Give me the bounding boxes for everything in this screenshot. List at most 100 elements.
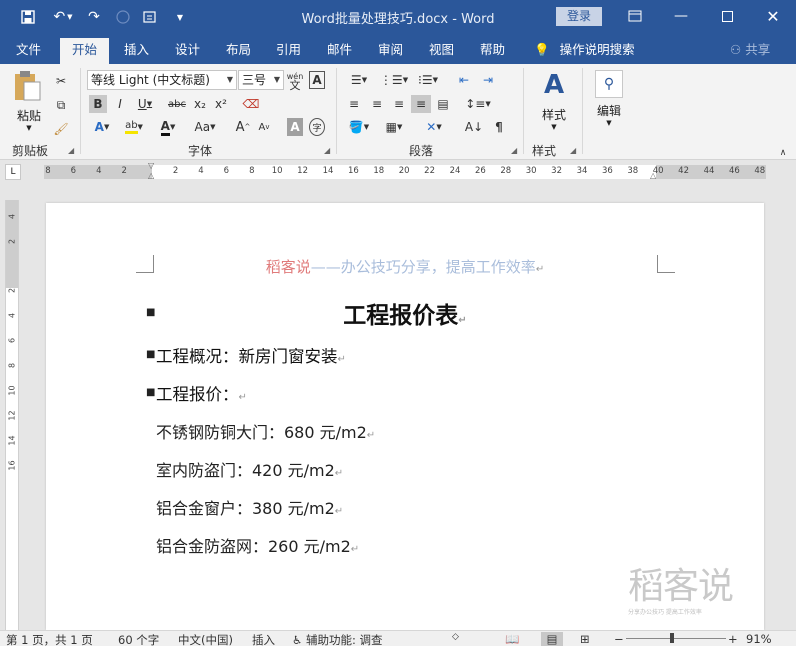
align-right-icon[interactable]: ≡ [390, 95, 408, 113]
sort-icon[interactable]: A↓ [465, 118, 483, 136]
redo-icon[interactable]: ↷ [84, 7, 104, 27]
minimize-icon[interactable]: — [668, 4, 694, 28]
borders-icon[interactable]: ▦ ▼ [380, 118, 408, 136]
right-indent-marker[interactable]: △ [650, 171, 656, 180]
distributed-icon[interactable]: ▤ [434, 95, 452, 113]
paragraph-launcher-icon[interactable]: ◢ [511, 146, 517, 155]
shrink-font-icon[interactable]: Av [257, 118, 271, 136]
login-button[interactable]: 登录 [556, 7, 602, 26]
tab-home[interactable]: 开始 [60, 38, 110, 64]
grow-font-icon[interactable]: A ^ [236, 118, 251, 136]
tab-insert[interactable]: 插入 [120, 34, 153, 64]
tab-references[interactable]: 引用 [272, 34, 305, 64]
zoom-out-icon[interactable]: − [614, 632, 624, 646]
styles-launcher-icon[interactable]: ◢ [570, 146, 576, 155]
ribbon-options-icon[interactable] [622, 4, 648, 28]
bullets-icon[interactable]: ☰ ▼ [345, 71, 373, 89]
zoom-level[interactable]: 91% [746, 632, 772, 646]
styles-button[interactable]: A 样式 ▼ [535, 70, 573, 136]
tab-file[interactable]: 文件 [12, 34, 45, 64]
tab-mailings[interactable]: 邮件 [323, 34, 356, 64]
read-mode-icon[interactable]: 📖 [505, 632, 519, 646]
increase-indent-icon[interactable]: ⇥ [479, 71, 497, 89]
bold-icon[interactable]: B [89, 95, 107, 113]
format-painter-icon[interactable]: 🖌 [53, 120, 68, 138]
character-border-icon[interactable]: A [309, 71, 325, 89]
highlight-icon[interactable]: ab ▼ [121, 118, 147, 136]
underline-icon[interactable]: U ▼ [135, 95, 155, 113]
cut-icon[interactable]: ✂ [54, 72, 68, 90]
shading-icon[interactable]: 🪣 ▼ [345, 118, 373, 136]
left-indent-marker[interactable]: △ [148, 171, 154, 180]
print-layout-icon[interactable]: ▤ [541, 632, 563, 646]
tell-me-search[interactable]: 💡 操作说明搜索 [534, 34, 635, 64]
tab-view[interactable]: 视图 [425, 34, 458, 64]
justify-icon[interactable]: ≡ [411, 95, 431, 113]
page-count[interactable]: 第 1 页，共 1 页 [6, 632, 93, 646]
superscript-icon[interactable]: x² [213, 95, 229, 113]
insert-mode[interactable]: 插入 [252, 632, 275, 646]
editing-button[interactable]: ⚲ 编辑 ▼ [592, 70, 626, 136]
touch-mode-icon[interactable] [141, 7, 161, 27]
word-count[interactable]: 60 个字 [118, 632, 159, 646]
clipboard-launcher-icon[interactable]: ◢ [68, 146, 74, 155]
show-marks-icon[interactable]: ¶ [491, 118, 507, 136]
font-size-combo[interactable]: 三号 ▼ [238, 70, 284, 90]
vertical-ruler[interactable]: 4 2 2 4 6 8 10 12 14 16 [5, 200, 19, 630]
paragraph-bullet: ■ [146, 349, 156, 360]
zoom-slider[interactable] [626, 638, 726, 639]
chinese-layout-icon[interactable]: ✕ ▼ [420, 118, 448, 136]
document-heading[interactable]: 工程报价表↵ [46, 296, 764, 330]
page-header[interactable]: 稻客说——办公技巧分享，提高工作效率↵ [46, 256, 764, 277]
web-layout-icon[interactable]: ⊞ [580, 632, 590, 646]
save-icon[interactable] [18, 7, 38, 27]
tab-review[interactable]: 审阅 [374, 34, 407, 64]
copy-icon[interactable]: ⧉ [54, 96, 68, 114]
list-item[interactable]: 室内防盗门：420 元/m2↵ [156, 457, 343, 481]
undo-icon[interactable]: ↶ ▼ [50, 7, 76, 27]
tab-layout[interactable]: 布局 [222, 34, 255, 64]
change-case-icon[interactable]: Aa ▼ [191, 118, 219, 136]
clear-formatting-icon[interactable]: ⌫ [242, 95, 260, 113]
horizontal-ruler[interactable]: 8 6 4 2 2 4 6 8 10 12 14 16 18 20 22 24 26 28 30 32 34 36 38 40… [44, 161, 766, 180]
zoom-slider-thumb[interactable] [670, 633, 674, 643]
character-shading-icon[interactable]: A [287, 118, 303, 136]
tab-help[interactable]: 帮助 [476, 34, 509, 64]
language-indicator[interactable]: 中文(中国) [178, 632, 233, 646]
accessibility-checker[interactable]: ♿ 辅助功能: 调查 [292, 632, 383, 646]
align-center-icon[interactable]: ≡ [368, 95, 386, 113]
multilevel-list-icon[interactable]: ⁝☰ ▼ [414, 71, 442, 89]
enclose-characters-icon[interactable]: 字 [309, 118, 325, 136]
circle-icon[interactable] [113, 7, 133, 27]
font-name-combo[interactable]: 等线 Light (中文标题) ▼ [87, 70, 237, 90]
phonetic-guide-icon[interactable]: wén 文 [287, 70, 304, 92]
first-line-indent-marker[interactable]: ▽ [148, 161, 154, 170]
tab-selector[interactable]: L [5, 164, 21, 180]
text-effects-icon[interactable]: A ▼ [89, 118, 115, 136]
close-icon[interactable]: ✕ [760, 4, 786, 28]
zoom-in-icon[interactable]: + [728, 632, 738, 646]
paste-button[interactable]: 粘贴 ▼ [12, 70, 46, 132]
maximize-icon[interactable] [714, 4, 740, 28]
font-launcher-icon[interactable]: ◢ [324, 146, 330, 155]
list-item[interactable]: 铝合金防盗网：260 元/m2↵ [156, 533, 359, 557]
decrease-indent-icon[interactable]: ⇤ [455, 71, 473, 89]
ruler-tick-label: 10 [271, 166, 283, 176]
list-item[interactable]: 不锈钢防铜大门：680 元/m2↵ [156, 419, 375, 443]
ruler-tick-label: 8 [7, 362, 17, 369]
customize-toolbar-icon[interactable]: ▼ [170, 7, 190, 27]
font-color-icon[interactable]: A ▼ [155, 118, 181, 136]
align-left-icon[interactable]: ≡ [345, 95, 363, 113]
tab-design[interactable]: 设计 [171, 34, 204, 64]
strikethrough-icon[interactable]: abc [167, 95, 187, 113]
subscript-icon[interactable]: x₂ [192, 95, 208, 113]
numbering-icon[interactable]: ⋮☰ ▼ [380, 71, 408, 89]
overview-line[interactable]: 工程概况：新房门窗安装↵ [156, 343, 346, 367]
quote-line[interactable]: 工程报价：↵ [156, 381, 247, 405]
document-page[interactable]: 稻客说——办公技巧分享，提高工作效率↵ ■ 工程报价表↵ ■ 工程概况：新房门窗… [46, 203, 764, 630]
list-item[interactable]: 铝合金窗户：380 元/m2↵ [156, 495, 343, 519]
line-spacing-icon[interactable]: ↕≡ ▼ [463, 95, 493, 113]
share-button[interactable]: ⚇ 共享 [730, 34, 770, 64]
lightbulb-icon: 💡 [534, 42, 550, 57]
italic-icon[interactable]: I [113, 95, 127, 113]
